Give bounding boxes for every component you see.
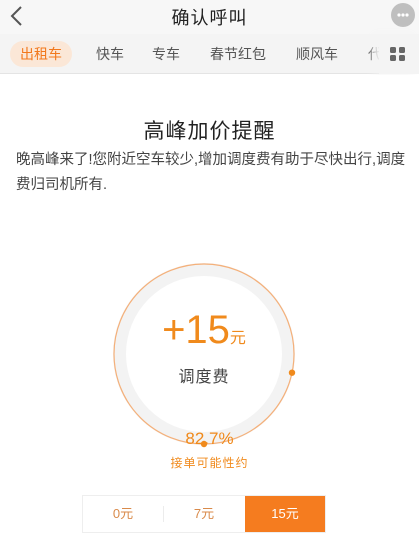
- fee-ring: +15元 调度费: [108, 258, 300, 450]
- top-bar: 确认呼叫: [0, 0, 419, 34]
- service-tabs: 出租车 快车 专车 春节红包 顺风车 代: [0, 34, 419, 74]
- fee-option-7[interactable]: 7元: [164, 496, 244, 532]
- grid-icon: [390, 47, 405, 61]
- acceptance-probability: 82.7%: [185, 429, 234, 448]
- tab-express[interactable]: 快车: [96, 41, 124, 67]
- page-title: 确认呼叫: [171, 8, 248, 28]
- fee-amount-value: +15: [162, 308, 230, 352]
- tab-premier[interactable]: 专车: [152, 41, 180, 67]
- tab-spring-festival[interactable]: 春节红包: [210, 41, 266, 67]
- tab-taxi[interactable]: 出租车: [10, 41, 72, 67]
- fee-option-15[interactable]: 15元: [245, 496, 325, 532]
- surge-heading: 高峰加价提醒: [143, 120, 276, 143]
- chat-bubble-icon: [397, 13, 409, 17]
- acceptance-probability-label: 接单可能性约: [170, 456, 249, 470]
- fee-label: 调度费: [178, 369, 230, 386]
- tab-hitch[interactable]: 顺风车: [296, 41, 338, 67]
- fee-option-0[interactable]: 0元: [83, 496, 163, 532]
- fee-amount-unit: 元: [229, 330, 246, 347]
- fee-options: 0元 7元 15元: [82, 495, 326, 533]
- surge-panel: 高峰加价提醒 晚高峰来了!您附近空车较少,增加调度费有助于尽快出行,调度费归司机…: [0, 75, 419, 534]
- message-button[interactable]: [391, 3, 415, 27]
- fee-amount: +15元: [108, 306, 300, 363]
- more-tabs-button[interactable]: [379, 34, 419, 74]
- surge-description: 晚高峰来了!您附近空车较少,增加调度费有助于尽快出行,调度费归司机所有.: [16, 152, 406, 193]
